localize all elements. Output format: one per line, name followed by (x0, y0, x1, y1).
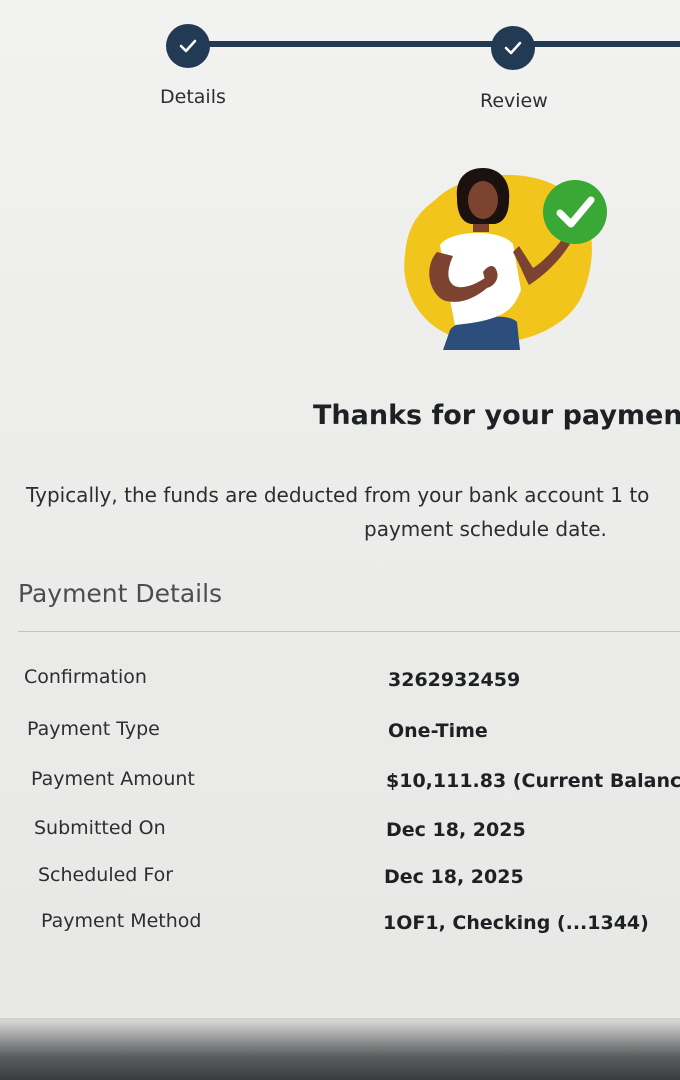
detail-row-payment-type: Payment Type One-Time (0, 718, 680, 748)
step-review-complete-icon (491, 26, 535, 70)
detail-label: Submitted On (34, 817, 166, 839)
person-thumbs-up-checkmark-icon (395, 160, 615, 355)
step-label-details: Details (160, 86, 226, 108)
payment-confirmation-screen: Details Review Thanks for your payment T… (0, 0, 680, 1080)
detail-value: 1OF1, Checking (...1344) (383, 912, 649, 934)
step-details-complete-icon (166, 24, 210, 68)
screen-bezel (0, 1020, 680, 1080)
progress-stepper: Details Review (0, 0, 680, 130)
section-divider (18, 631, 680, 632)
deduction-info-line-1: Typically, the funds are deducted from y… (26, 483, 650, 507)
detail-row-payment-method: Payment Method 1OF1, Checking (...1344) (0, 910, 680, 940)
stepper-connector (205, 41, 495, 47)
detail-label: Scheduled For (38, 864, 174, 886)
confirmation-heading: Thanks for your payment (313, 400, 680, 431)
deduction-info-line-2: payment schedule date. (364, 517, 607, 541)
detail-row-submitted-on: Submitted On Dec 18, 2025 (0, 817, 680, 847)
detail-label: Payment Method (41, 910, 202, 932)
stepper-connector (530, 41, 680, 47)
detail-label: Payment Type (27, 718, 160, 740)
detail-value: $10,111.83 (Current Balance (386, 770, 680, 792)
detail-row-payment-amount: Payment Amount $10,111.83 (Current Balan… (0, 768, 680, 798)
payment-details-title: Payment Details (18, 579, 223, 608)
detail-row-confirmation: Confirmation 3262932459 (0, 666, 680, 696)
detail-value: Dec 18, 2025 (384, 866, 524, 888)
detail-value: One-Time (388, 720, 488, 742)
detail-value: 3262932459 (388, 669, 521, 691)
detail-label: Payment Amount (31, 768, 195, 790)
step-label-review: Review (480, 90, 548, 112)
detail-label: Confirmation (24, 666, 147, 688)
deduction-info-text: Typically, the funds are deducted from y… (26, 478, 680, 546)
detail-row-scheduled-for: Scheduled For Dec 18, 2025 (0, 864, 680, 894)
detail-value: Dec 18, 2025 (386, 819, 526, 841)
